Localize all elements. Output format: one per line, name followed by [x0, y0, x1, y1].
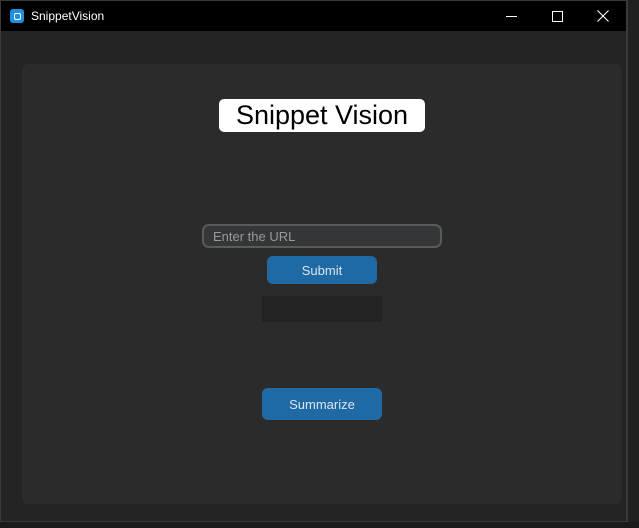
- app-icon: [10, 9, 24, 23]
- submit-button[interactable]: Submit: [267, 256, 377, 284]
- background-desktop: [0, 522, 639, 528]
- window-title: SnippetVision: [31, 9, 105, 23]
- close-button[interactable]: [580, 1, 626, 31]
- maximize-button[interactable]: [534, 1, 580, 31]
- minimize-icon: [505, 15, 517, 17]
- close-icon: [597, 10, 609, 22]
- background-window-edge: [627, 0, 639, 528]
- minimize-button[interactable]: [488, 1, 534, 31]
- page-title: Snippet Vision: [219, 99, 425, 132]
- summarize-button[interactable]: Summarize: [262, 388, 382, 420]
- result-label: [262, 296, 382, 322]
- url-input[interactable]: [202, 224, 442, 248]
- maximize-icon: [551, 10, 563, 22]
- title-bar[interactable]: SnippetVision: [1, 1, 626, 31]
- window-controls: [488, 1, 626, 31]
